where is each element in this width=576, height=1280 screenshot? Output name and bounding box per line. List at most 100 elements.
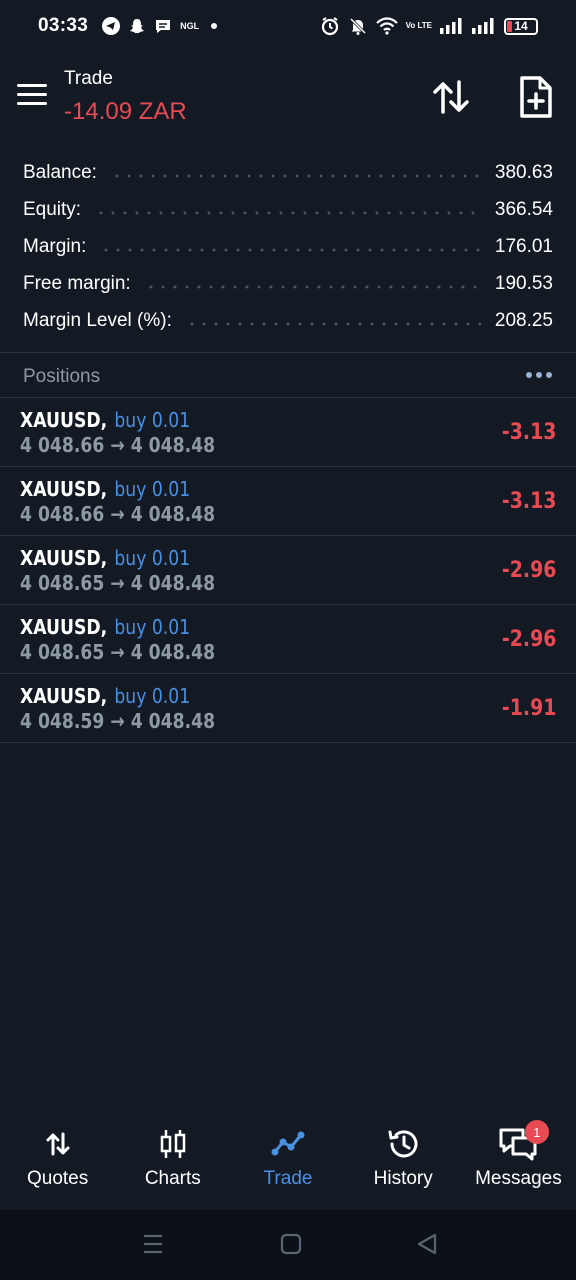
status-bar: 03:33 NGL Vo LTE 14 <box>0 0 576 52</box>
position-prices: 4 048.66 → 4 048.48 <box>20 502 216 526</box>
nav-item-history[interactable]: History <box>346 1124 461 1210</box>
home-square-icon <box>280 1233 302 1255</box>
sort-button[interactable] <box>430 76 472 118</box>
position-profit: -1.91 <box>501 696 556 721</box>
position-title: XAUUSD, buy 0.01 <box>20 615 190 639</box>
snapchat-icon <box>130 19 145 33</box>
more-dots-icon <box>546 372 552 378</box>
nav-item-messages[interactable]: 1 Messages <box>461 1120 576 1210</box>
dotted-leader <box>185 321 481 326</box>
dotted-leader <box>144 284 481 289</box>
position-profit: -2.96 <box>501 558 556 583</box>
position-prices: 4 048.66 → 4 048.48 <box>20 433 216 457</box>
nav-label: Trade <box>263 1168 313 1189</box>
position-symbol: XAUUSD, <box>20 477 108 501</box>
status-time: 03:33 <box>38 15 89 36</box>
dotted-leader <box>95 210 481 215</box>
telegram-icon <box>102 17 121 35</box>
alarm-icon <box>321 17 338 36</box>
account-summary: Balance: 380.63 Equity: 366.54 Margin: 1… <box>0 154 576 339</box>
messages-badge: 1 <box>524 1120 549 1144</box>
position-row[interactable]: XAUUSD, buy 0.01 4 048.66 → 4 048.48 -3.… <box>0 398 576 467</box>
position-title: XAUUSD, buy 0.01 <box>20 477 190 501</box>
home-button[interactable] <box>280 1232 302 1261</box>
summary-value: 208.25 <box>494 309 553 331</box>
summary-value: 380.63 <box>494 161 553 183</box>
positions-list: XAUUSD, buy 0.01 4 048.66 → 4 048.48 -3.… <box>0 398 576 743</box>
sort-arrows-icon <box>433 80 469 114</box>
position-title: XAUUSD, buy 0.01 <box>20 408 190 432</box>
position-symbol: XAUUSD, <box>20 546 108 570</box>
position-type: buy 0.01 <box>114 684 191 708</box>
more-dots-icon <box>526 372 532 378</box>
hamburger-icon-bar <box>17 102 47 105</box>
notification-icons: NGL <box>102 17 218 35</box>
summary-value: 176.01 <box>494 235 553 257</box>
position-prices: 4 048.59 → 4 048.48 <box>20 709 216 733</box>
signal-icon-2 <box>472 18 494 34</box>
position-title: XAUUSD, buy 0.01 <box>20 546 190 570</box>
recent-apps-button[interactable] <box>142 1232 164 1261</box>
summary-label: Margin Level (%): <box>23 309 172 331</box>
system-navigation-bar <box>0 1210 576 1280</box>
hamburger-icon-bar <box>17 93 47 96</box>
position-row[interactable]: XAUUSD, buy 0.01 4 048.66 → 4 048.48 -3.… <box>0 467 576 536</box>
summary-row-margin-level: Margin Level (%): 208.25 <box>0 302 576 339</box>
nav-label: Messages <box>475 1168 562 1189</box>
summary-label: Equity: <box>23 198 82 220</box>
trade-icon <box>271 1131 305 1156</box>
back-button[interactable] <box>416 1232 438 1261</box>
more-dots-icon <box>536 372 542 378</box>
positions-title: Positions <box>23 366 101 387</box>
position-prices: 4 048.65 → 4 048.48 <box>20 640 216 664</box>
summary-label: Balance: <box>23 161 97 183</box>
system-status-icons: Vo LTE 14 <box>320 16 538 36</box>
position-type: buy 0.01 <box>114 408 191 432</box>
position-row[interactable]: XAUUSD, buy 0.01 4 048.59 → 4 048.48 -1.… <box>0 674 576 743</box>
dotted-leader <box>110 173 481 178</box>
divider <box>0 352 576 353</box>
new-document-icon <box>520 76 552 118</box>
position-symbol: XAUUSD, <box>20 684 108 708</box>
position-prices: 4 048.65 → 4 048.48 <box>20 571 216 595</box>
app-header: Trade -14.09 ZAR <box>0 62 576 132</box>
new-order-button[interactable] <box>514 74 556 120</box>
candlestick-icon <box>160 1130 186 1158</box>
summary-row-free-margin: Free margin: 190.53 <box>0 265 576 302</box>
summary-label: Margin: <box>23 235 87 257</box>
nav-label: History <box>373 1168 433 1189</box>
dotted-leader <box>100 247 481 252</box>
ngl-icon: NGL <box>180 21 200 31</box>
battery-level: 14 <box>514 19 528 33</box>
quotes-icon <box>46 1132 70 1156</box>
positions-more-button[interactable] <box>526 372 552 378</box>
position-row[interactable]: XAUUSD, buy 0.01 4 048.65 → 4 048.48 -2.… <box>0 605 576 674</box>
position-symbol: XAUUSD, <box>20 615 108 639</box>
position-profit: -3.13 <box>501 489 556 514</box>
nav-item-charts[interactable]: Charts <box>115 1124 230 1210</box>
back-triangle-icon <box>417 1233 437 1255</box>
positions-header: Positions <box>0 354 576 397</box>
summary-row-balance: Balance: 380.63 <box>0 154 576 191</box>
page-title: Trade <box>64 68 113 89</box>
summary-value: 190.53 <box>494 272 553 294</box>
battery-icon: 14 <box>504 17 538 35</box>
wifi-icon <box>375 17 398 35</box>
mute-bell-icon <box>349 17 366 35</box>
position-profit: -2.96 <box>501 627 556 652</box>
position-symbol: XAUUSD, <box>20 408 108 432</box>
chat-bubble-icon <box>156 20 171 33</box>
summary-row-equity: Equity: 366.54 <box>0 191 576 228</box>
signal-icon-1 <box>440 18 462 34</box>
floating-profit: -14.09 ZAR <box>64 98 187 125</box>
nav-label: Charts <box>144 1168 201 1189</box>
menu-button[interactable] <box>17 84 47 108</box>
nav-item-trade[interactable]: Trade <box>230 1124 345 1210</box>
position-type: buy 0.01 <box>114 546 191 570</box>
recent-apps-icon <box>144 1234 162 1254</box>
bottom-navigation: Quotes Charts Trade History 1 Messages <box>0 1120 576 1210</box>
volte-indicator: Vo LTE <box>405 21 432 30</box>
nav-item-quotes[interactable]: Quotes <box>0 1124 115 1210</box>
position-row[interactable]: XAUUSD, buy 0.01 4 048.65 → 4 048.48 -2.… <box>0 536 576 605</box>
position-type: buy 0.01 <box>114 615 191 639</box>
